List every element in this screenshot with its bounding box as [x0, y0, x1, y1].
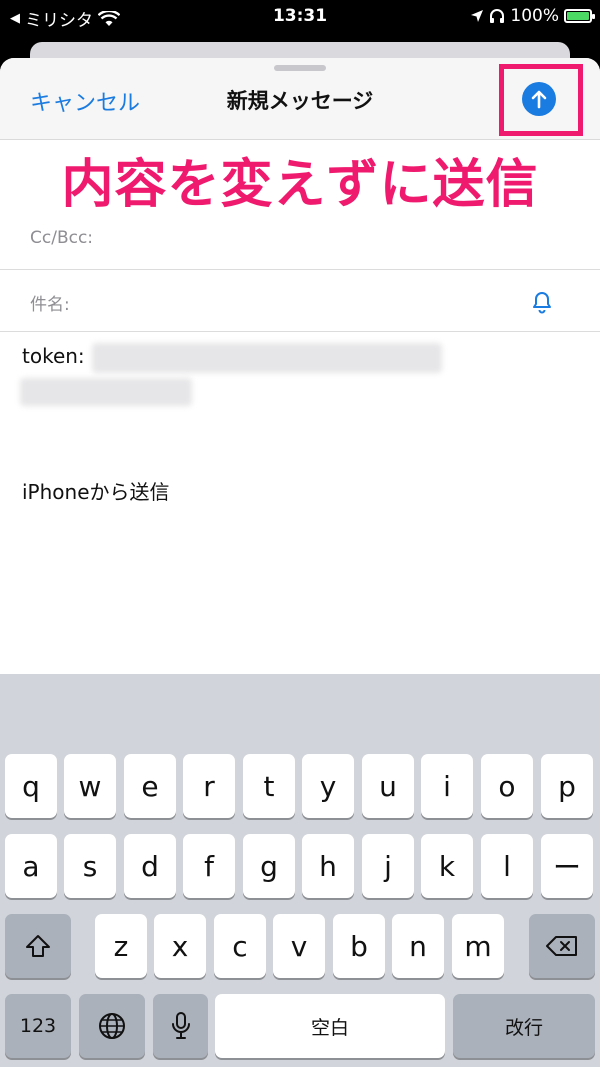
signature-text[interactable]: iPhoneから送信	[22, 476, 170, 505]
key-q[interactable]: q	[5, 754, 57, 818]
location-arrow-icon	[471, 10, 484, 22]
key-c[interactable]: c	[214, 914, 266, 978]
space-key[interactable]: 空白	[215, 994, 445, 1058]
bell-icon[interactable]	[530, 288, 554, 314]
key-m[interactable]: m	[452, 914, 504, 978]
dictation-key[interactable]	[153, 994, 208, 1058]
globe-key[interactable]	[79, 994, 145, 1058]
key-u[interactable]: u	[362, 754, 414, 818]
battery-percent: 100%	[510, 6, 559, 26]
key-b[interactable]: b	[333, 914, 385, 978]
sheet-grabber[interactable]	[274, 65, 326, 71]
key-a[interactable]: a	[5, 834, 57, 898]
compose-sheet: キャンセル 新規メッセージ 内容を変えずに送信 Cc/Bcc: 件名: toke…	[0, 58, 600, 1067]
key-l[interactable]: l	[481, 834, 533, 898]
key-z[interactable]: z	[95, 914, 147, 978]
delete-key[interactable]	[529, 914, 595, 978]
shift-arrow-icon	[26, 935, 50, 957]
backspace-icon	[546, 936, 577, 956]
key-d[interactable]: d	[124, 834, 176, 898]
key-h[interactable]: h	[302, 834, 354, 898]
key-t[interactable]: t	[243, 754, 295, 818]
subject-row[interactable]: 件名:	[0, 270, 600, 332]
return-key[interactable]: 改行	[453, 994, 595, 1058]
key-g[interactable]: g	[243, 834, 295, 898]
redacted-token-line-1	[92, 343, 442, 373]
key-o[interactable]: o	[481, 754, 533, 818]
body-token-label[interactable]: token:	[22, 344, 85, 368]
numbers-key[interactable]: 123	[5, 994, 71, 1058]
key-f[interactable]: f	[183, 834, 235, 898]
key-long-vowel[interactable]: ー	[541, 834, 593, 898]
key-v[interactable]: v	[273, 914, 325, 978]
key-r[interactable]: r	[183, 754, 235, 818]
globe-icon	[99, 1013, 125, 1039]
key-p[interactable]: p	[541, 754, 593, 818]
subject-label: 件名:	[30, 295, 70, 315]
key-s[interactable]: s	[64, 834, 116, 898]
annotation-caption: 内容を変えずに送信	[61, 155, 539, 215]
redacted-token-line-2	[20, 378, 192, 406]
microphone-icon	[171, 1012, 190, 1039]
shift-key[interactable]	[5, 914, 71, 978]
compose-nav-bar: キャンセル 新規メッセージ	[0, 58, 600, 140]
key-j[interactable]: j	[362, 834, 414, 898]
battery-icon	[564, 9, 595, 23]
arrow-up-icon	[531, 90, 547, 109]
key-w[interactable]: w	[64, 754, 116, 818]
key-k[interactable]: k	[421, 834, 473, 898]
keyboard: q w e r t y u i o p a s d f g h j k l ー …	[0, 674, 600, 1067]
cc-bcc-row[interactable]: Cc/Bcc:	[0, 208, 600, 270]
send-button[interactable]	[522, 82, 556, 116]
status-bar: ◀ ミリシタ 13:31 100%	[0, 0, 600, 34]
headphones-icon	[490, 9, 505, 23]
key-y[interactable]: y	[302, 754, 354, 818]
key-i[interactable]: i	[421, 754, 473, 818]
key-n[interactable]: n	[392, 914, 444, 978]
key-x[interactable]: x	[154, 914, 206, 978]
key-e[interactable]: e	[124, 754, 176, 818]
cc-bcc-label: Cc/Bcc:	[30, 228, 94, 248]
